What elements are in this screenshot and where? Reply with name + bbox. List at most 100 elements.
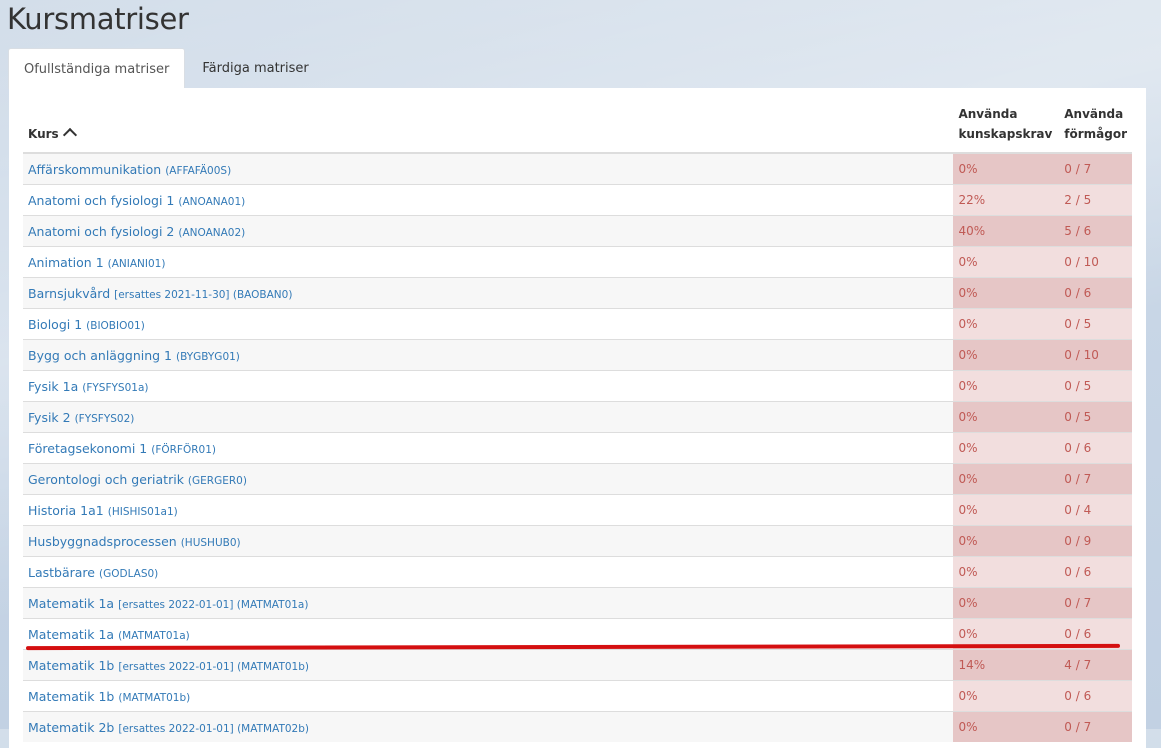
course-column-header[interactable]: Kurs	[23, 104, 954, 154]
course-header-label: Kurs	[28, 127, 59, 141]
requirements-percent: 0%	[953, 246, 1058, 278]
abilities-count: 2 / 5	[1057, 184, 1132, 216]
course-code: [ersattes 2022-01-01] (MATMAT01a)	[118, 598, 309, 611]
abilities-count: 0 / 6	[1057, 556, 1132, 588]
course-name: Historia 1a1	[28, 502, 104, 518]
requirements-percent: 0%	[953, 339, 1058, 371]
course-link[interactable]: Historia 1a1 (HISHIS01a1)	[28, 503, 178, 518]
abilities-count: 0 / 5	[1057, 308, 1132, 340]
course-link[interactable]: Lastbärare (GODLAS0)	[28, 565, 158, 580]
course-name: Matematik 2b	[28, 719, 115, 735]
course-name: Matematik 1b	[28, 657, 115, 673]
course-cell: Animation 1 (ANIANI01)	[23, 246, 954, 278]
requirements-column-header[interactable]: Använda kunskapskrav	[953, 104, 1058, 154]
abilities-count: 0 / 7	[1057, 587, 1132, 619]
table-row: Anatomi och fysiologi 2 (ANOANA02) 40% 5 /…	[23, 215, 1132, 247]
abilities-count: 0 / 6	[1057, 680, 1132, 712]
requirements-percent: 0%	[953, 370, 1058, 402]
course-link[interactable]: Anatomi och fysiologi 1 (ANOANA01)	[28, 193, 245, 208]
course-code: (HISHIS01a1)	[107, 505, 178, 518]
course-link[interactable]: Gerontologi och geriatrik (GERGER0)	[28, 472, 247, 487]
course-cell: Anatomi och fysiologi 2 (ANOANA02)	[23, 215, 954, 247]
course-link[interactable]: Bygg och anläggning 1 (BYGBYG01)	[28, 348, 240, 363]
sort-ascending-icon[interactable]	[62, 127, 77, 143]
course-link[interactable]: Matematik 1b (MATMAT01b)	[28, 689, 190, 704]
table-row: Husbyggnadsprocessen (HUSHUB0) 0% 0 / 9	[23, 525, 1132, 557]
requirements-percent: 0%	[953, 432, 1058, 464]
abilities-count: 5 / 6	[1057, 215, 1132, 247]
course-link[interactable]: Matematik 2b [ersattes 2022-01-01] (MATM…	[28, 720, 309, 735]
course-code: (GODLAS0)	[98, 567, 159, 580]
abilities-count: 0 / 6	[1057, 432, 1132, 464]
table-row: Fysik 2 (FYSFYS02) 0% 0 / 5	[23, 401, 1132, 433]
requirements-percent: 0%	[953, 680, 1058, 712]
table-row: Barnsjukvård [ersattes 2021-11-30] (BAOB…	[23, 277, 1132, 309]
course-code: (AFFAFÄ00S)	[165, 164, 232, 177]
course-name: Affärskommunikation	[28, 161, 162, 177]
table-row: Gerontologi och geriatrik (GERGER0) 0% 0 /…	[23, 463, 1132, 495]
course-code: (ANIANI01)	[107, 257, 166, 270]
course-link[interactable]: Företagsekonomi 1 (FÖRFÖR01)	[28, 441, 216, 456]
course-cell: Matematik 1a [ersattes 2022-01-01] (MATM…	[23, 587, 954, 619]
course-name: Biologi 1	[28, 316, 83, 332]
table-row: Affärskommunikation (AFFAFÄ00S) 0% 0 / 7	[23, 152, 1132, 185]
abilities-count: 0 / 5	[1057, 401, 1132, 433]
abilities-count: 0 / 10	[1057, 339, 1132, 371]
course-link[interactable]: Husbyggnadsprocessen (HUSHUB0)	[28, 534, 241, 549]
course-name: Anatomi och fysiologi 1	[28, 192, 175, 208]
course-cell: Fysik 2 (FYSFYS02)	[23, 401, 954, 433]
tab-finished-matrices[interactable]: Färdiga matriser	[185, 48, 325, 89]
abilities-column-header[interactable]: Använda förmågor	[1057, 104, 1132, 154]
abilities-count: 0 / 5	[1057, 370, 1132, 402]
course-name: Bygg och anläggning 1	[28, 347, 172, 363]
course-cell: Barnsjukvård [ersattes 2021-11-30] (BAOB…	[23, 277, 954, 309]
course-link[interactable]: Matematik 1a (MATMAT01a)	[28, 627, 190, 642]
abilities-count: 0 / 9	[1057, 525, 1132, 557]
course-name: Animation 1	[28, 254, 104, 270]
course-link[interactable]: Matematik 1b [ersattes 2022-01-01] (MATM…	[28, 658, 309, 673]
course-cell: Bygg och anläggning 1 (BYGBYG01)	[23, 339, 954, 371]
requirements-percent: 0%	[953, 711, 1058, 742]
course-link[interactable]: Matematik 1a [ersattes 2022-01-01] (MATM…	[28, 596, 308, 611]
course-name: Fysik 2	[28, 409, 71, 425]
course-cell: Anatomi och fysiologi 1 (ANOANA01)	[23, 184, 954, 216]
table-row: Bygg och anläggning 1 (BYGBYG01) 0% 0 / 10	[23, 339, 1132, 371]
table-row: Företagsekonomi 1 (FÖRFÖR01) 0% 0 / 6	[23, 432, 1132, 464]
requirements-percent: 0%	[953, 401, 1058, 433]
course-code: (MATMAT01a)	[118, 629, 190, 642]
course-link[interactable]: Affärskommunikation (AFFAFÄ00S)	[28, 162, 231, 177]
tab-incomplete-matrices[interactable]: Ofullständiga matriser	[8, 48, 186, 89]
course-code: (MATMAT01b)	[118, 691, 191, 704]
requirements-percent: 0%	[953, 525, 1058, 557]
table-row: Fysik 1a (FYSFYS01a) 0% 0 / 5	[23, 370, 1132, 402]
course-name: Lastbärare	[28, 564, 95, 580]
course-link[interactable]: Anatomi och fysiologi 2 (ANOANA02)	[28, 224, 245, 239]
requirements-percent: 40%	[953, 215, 1058, 247]
course-link[interactable]: Fysik 2 (FYSFYS02)	[28, 410, 134, 425]
course-code: [ersattes 2021-11-30] (BAOBAN0)	[114, 288, 293, 301]
requirements-percent: 14%	[953, 649, 1058, 681]
course-code: (FÖRFÖR01)	[151, 443, 216, 456]
abilities-count: 4 / 7	[1057, 649, 1132, 681]
course-link[interactable]: Fysik 1a (FYSFYS01a)	[28, 379, 148, 394]
course-cell: Historia 1a1 (HISHIS01a1)	[23, 494, 954, 526]
course-code: (ANOANA01)	[178, 195, 246, 208]
course-cell: Affärskommunikation (AFFAFÄ00S)	[23, 152, 954, 185]
table-row: Anatomi och fysiologi 1 (ANOANA01) 22% 2 /…	[23, 184, 1132, 216]
course-link[interactable]: Animation 1 (ANIANI01)	[28, 255, 165, 270]
course-code: (GERGER0)	[187, 474, 247, 487]
page-title: Kursmatriser	[7, 2, 189, 36]
course-link[interactable]: Barnsjukvård [ersattes 2021-11-30] (BAOB…	[28, 286, 292, 301]
course-code: [ersattes 2022-01-01] (MATMAT01b)	[118, 660, 309, 673]
course-name: Matematik 1a	[28, 626, 115, 642]
course-cell: Matematik 2b [ersattes 2022-01-01] (MATM…	[23, 711, 954, 742]
course-name: Husbyggnadsprocessen	[28, 533, 177, 549]
requirements-percent: 0%	[953, 463, 1058, 495]
course-cell: Lastbärare (GODLAS0)	[23, 556, 954, 588]
course-link[interactable]: Biologi 1 (BIOBIO01)	[28, 317, 145, 332]
course-code: (BIOBIO01)	[86, 319, 145, 332]
abilities-count: 0 / 7	[1057, 463, 1132, 495]
course-cell: Matematik 1b [ersattes 2022-01-01] (MATM…	[23, 649, 954, 681]
table-row: Lastbärare (GODLAS0) 0% 0 / 6	[23, 556, 1132, 588]
requirements-percent: 0%	[953, 152, 1058, 185]
